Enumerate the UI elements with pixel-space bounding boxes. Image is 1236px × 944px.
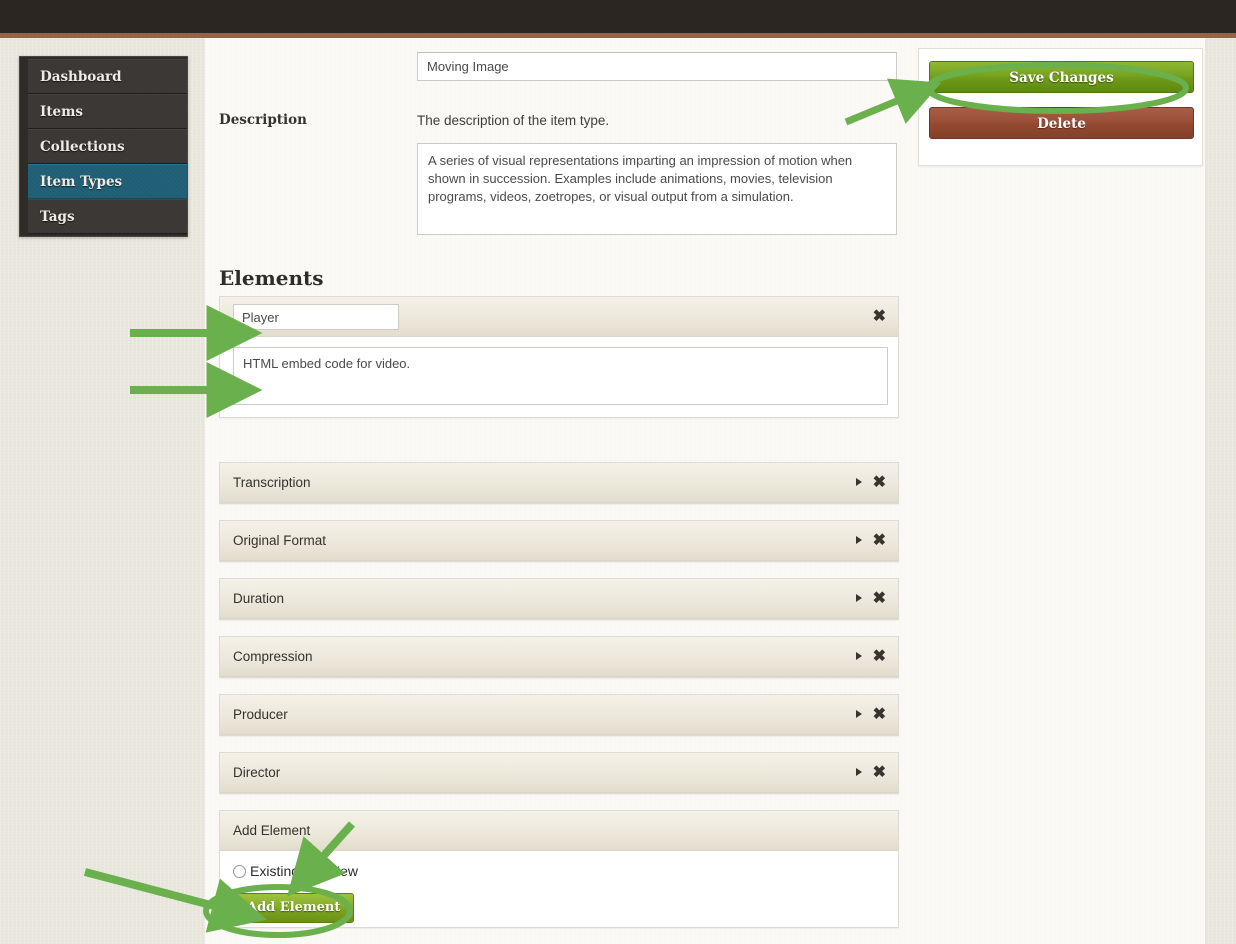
add-element-mode-radio-group: Existing New	[233, 863, 885, 879]
close-icon[interactable]: ✖	[873, 589, 886, 609]
sidebar-item-dashboard[interactable]: Dashboard	[28, 59, 187, 94]
triangle-right-icon[interactable]	[856, 710, 862, 718]
sidebar-item-item-types[interactable]: Item Types	[28, 164, 187, 199]
add-element-panel: Add Element Existing New Add Element	[219, 810, 899, 928]
element-panel-compression[interactable]: Compression ✖	[219, 636, 899, 678]
top-bar	[0, 0, 1236, 33]
element-panel-director[interactable]: Director ✖	[219, 752, 899, 794]
element-title: Compression	[233, 649, 313, 664]
main-content-panel: Description The description of the item …	[205, 38, 1205, 944]
item-type-name-input[interactable]	[417, 52, 897, 81]
close-icon[interactable]: ✖	[873, 763, 886, 783]
triangle-right-icon[interactable]	[856, 594, 862, 602]
element-panel-duration[interactable]: Duration ✖	[219, 578, 899, 620]
elements-heading: Elements	[219, 266, 324, 290]
close-icon[interactable]: ✖	[873, 531, 886, 551]
element-header: ✖	[220, 297, 898, 337]
element-panel-transcription[interactable]: Transcription ✖	[219, 462, 899, 504]
element-body	[220, 337, 898, 417]
add-element-button[interactable]: Add Element	[233, 893, 355, 923]
triangle-right-icon[interactable]	[856, 536, 862, 544]
element-header[interactable]: Transcription ✖	[220, 463, 898, 503]
element-panel-player: ✖	[219, 296, 899, 418]
sidebar-item-items[interactable]: Items	[28, 94, 187, 129]
element-header[interactable]: Compression ✖	[220, 637, 898, 677]
radio-existing[interactable]	[233, 864, 246, 878]
save-changes-button[interactable]: Save Changes	[929, 61, 1194, 93]
element-title: Director	[233, 765, 281, 780]
radio-new-label[interactable]: New	[330, 863, 358, 879]
element-title: Transcription	[233, 475, 311, 490]
close-icon[interactable]: ✖	[873, 647, 886, 667]
radio-existing-label[interactable]: Existing	[250, 863, 299, 879]
element-title: Duration	[233, 591, 285, 606]
element-header[interactable]: Producer ✖	[220, 695, 898, 735]
add-element-header-label: Add Element	[233, 823, 311, 838]
top-bar-accent-stripe	[0, 33, 1236, 38]
element-header[interactable]: Original Format ✖	[220, 521, 898, 561]
add-element-body: Existing New Add Element	[220, 851, 898, 927]
element-header[interactable]: Director ✖	[220, 753, 898, 793]
triangle-right-icon[interactable]	[856, 768, 862, 776]
action-panel: Save Changes Delete	[918, 48, 1203, 166]
element-header[interactable]: Duration ✖	[220, 579, 898, 619]
element-description-textarea[interactable]	[233, 347, 888, 405]
description-label: Description	[219, 112, 307, 128]
element-name-input[interactable]	[233, 304, 399, 330]
element-title: Original Format	[233, 533, 327, 548]
sidebar-item-collections[interactable]: Collections	[28, 129, 187, 164]
sidebar-item-tags[interactable]: Tags	[28, 199, 187, 234]
close-icon[interactable]: ✖	[873, 307, 886, 327]
radio-new[interactable]	[313, 864, 327, 878]
element-panel-original-format[interactable]: Original Format ✖	[219, 520, 899, 562]
add-element-header: Add Element	[220, 811, 898, 851]
sidebar-navigation: Dashboard Items Collections Item Types T…	[19, 56, 188, 237]
close-icon[interactable]: ✖	[873, 473, 886, 493]
element-title: Producer	[233, 707, 288, 722]
arrow-to-add-element-button	[83, 868, 267, 933]
close-icon[interactable]: ✖	[873, 705, 886, 725]
description-hint: The description of the item type.	[417, 113, 610, 128]
description-textarea[interactable]	[417, 143, 897, 235]
element-panel-producer[interactable]: Producer ✖	[219, 694, 899, 736]
triangle-right-icon[interactable]	[856, 478, 862, 486]
triangle-right-icon[interactable]	[856, 652, 862, 660]
delete-button[interactable]: Delete	[929, 107, 1194, 139]
